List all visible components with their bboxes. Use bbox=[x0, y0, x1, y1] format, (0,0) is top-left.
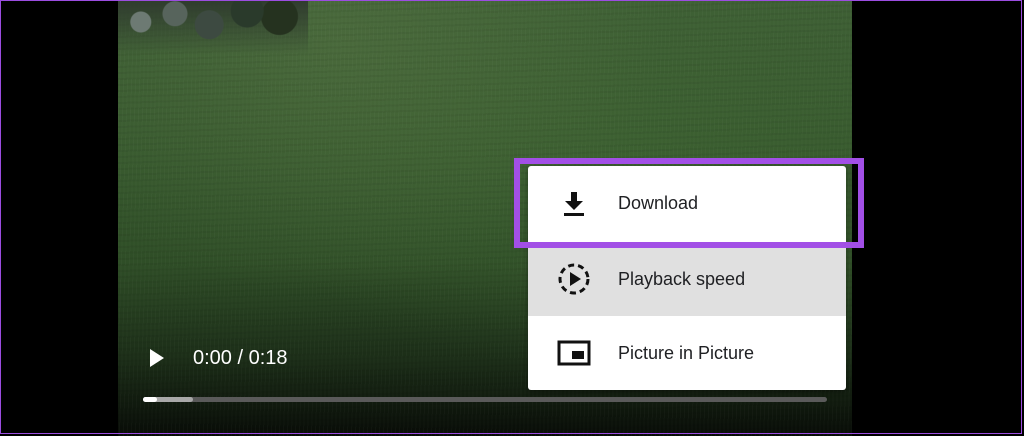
time-display: 0:00 / 0:18 bbox=[193, 347, 288, 369]
video-bush-detail bbox=[118, 0, 308, 55]
progress-bar[interactable] bbox=[143, 397, 827, 402]
menu-item-label: Playback speed bbox=[618, 268, 746, 289]
download-icon bbox=[556, 185, 592, 221]
menu-item-playback-speed[interactable]: Playback speed bbox=[528, 242, 846, 316]
playback-speed-icon bbox=[556, 261, 592, 297]
menu-item-label: Picture in Picture bbox=[618, 342, 755, 363]
menu-item-download[interactable]: Download bbox=[528, 166, 846, 240]
menu-item-label: Download bbox=[618, 192, 699, 213]
progress-played bbox=[143, 397, 157, 402]
picture-in-picture-icon bbox=[556, 335, 592, 371]
overflow-menu: Download Playback speed Picture in Pictu… bbox=[528, 166, 846, 390]
play-button[interactable] bbox=[146, 346, 168, 370]
menu-item-picture-in-picture[interactable]: Picture in Picture bbox=[528, 316, 846, 390]
play-icon bbox=[150, 349, 164, 367]
